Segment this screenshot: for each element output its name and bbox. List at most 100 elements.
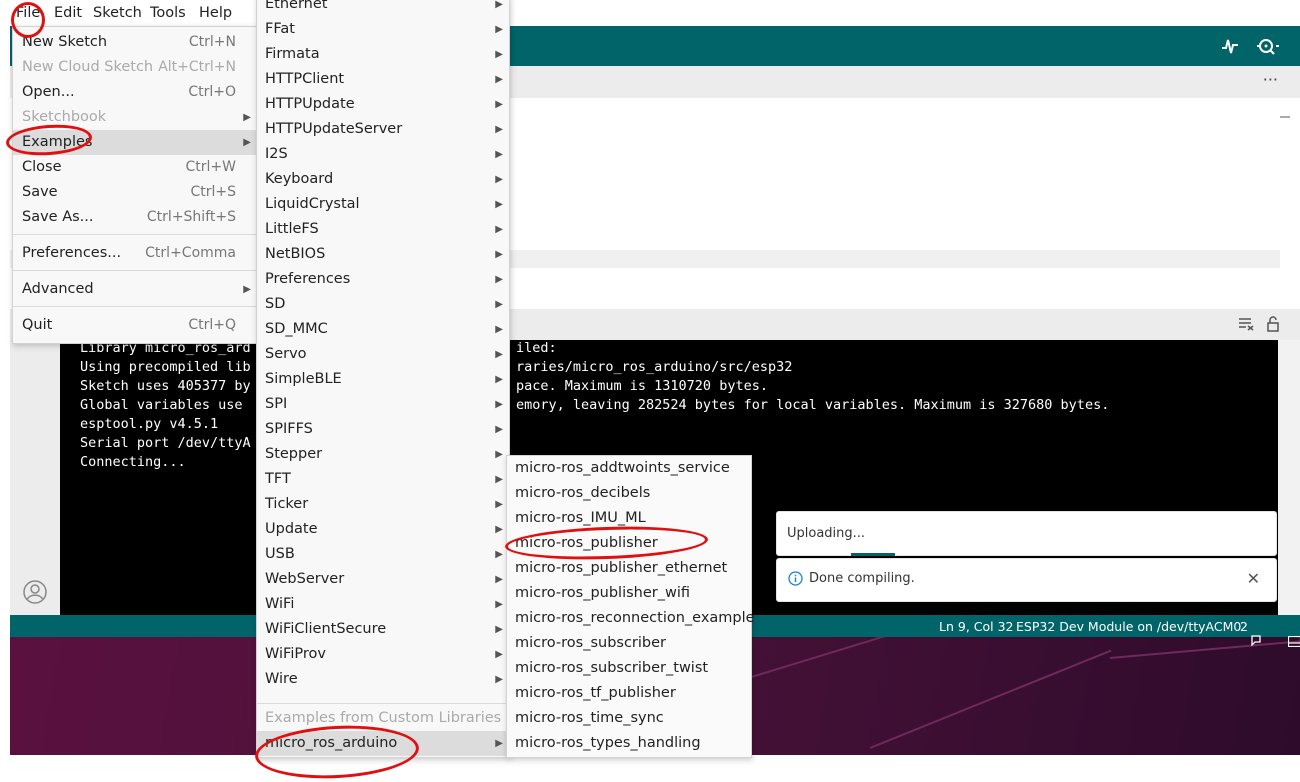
menu-item-example-firmata[interactable]: Firmata ▶ xyxy=(257,42,509,67)
menu-item-micro-ros-subscriber[interactable]: micro-ros_subscriber xyxy=(507,631,751,656)
account-icon[interactable] xyxy=(23,580,47,608)
menu-item-example-preferences[interactable]: Preferences ▶ xyxy=(257,267,509,292)
submenu-arrow-icon: ▶ xyxy=(495,0,503,10)
clear-output-icon[interactable] xyxy=(1238,317,1254,335)
menu-item-example-tft[interactable]: TFT ▶ xyxy=(257,467,509,492)
menu-item-micro-ros-publisher-ethernet[interactable]: micro-ros_publisher_ethernet xyxy=(507,556,751,581)
menu-tools[interactable]: Tools xyxy=(150,5,186,21)
submenu-arrow-icon: ▶ xyxy=(495,549,503,560)
submenu-arrow-icon: ▶ xyxy=(495,424,503,435)
menu-item-example-update[interactable]: Update ▶ xyxy=(257,517,509,542)
menu-item-label: NetBIOS xyxy=(265,246,326,262)
menu-item-micro-ros-time-sync[interactable]: micro-ros_time_sync xyxy=(507,706,751,731)
menu-item-example-ffat[interactable]: FFat ▶ xyxy=(257,17,509,42)
console-line-tail: raries/micro_ros_arduino/src/esp32 xyxy=(516,359,793,375)
menu-item-new-cloud-sketch[interactable]: New Cloud Sketch Alt+Ctrl+N xyxy=(13,55,257,80)
editor-scrollbar[interactable] xyxy=(1280,116,1290,118)
menu-item-label: I2S xyxy=(265,146,288,162)
menu-item-quit[interactable]: Quit Ctrl+Q xyxy=(13,313,257,338)
menu-item-label: Ethernet xyxy=(265,0,328,12)
menu-item-example-keyboard[interactable]: Keyboard ▶ xyxy=(257,167,509,192)
menu-separator xyxy=(13,306,257,307)
menu-item-label: SPIFFS xyxy=(265,421,313,437)
submenu-arrow-icon: ▶ xyxy=(495,738,503,749)
menu-item-label: micro-ros_subscriber xyxy=(515,635,667,651)
submenu-arrow-icon: ▶ xyxy=(495,149,503,160)
menu-item-micro-ros-subscriber-twist[interactable]: micro-ros_subscriber_twist xyxy=(507,656,751,681)
lock-scroll-icon[interactable] xyxy=(1266,316,1280,336)
menu-item-example-sd[interactable]: SD ▶ xyxy=(257,292,509,317)
menu-item-example-webserver[interactable]: WebServer ▶ xyxy=(257,567,509,592)
uploading-text: Uploading... xyxy=(787,526,866,541)
menu-item-save-as[interactable]: Save As... Ctrl+Shift+S xyxy=(13,205,257,230)
menu-item-label: SD xyxy=(265,296,286,312)
notification-count[interactable]: 2 xyxy=(1240,619,1248,634)
console-scrollbar[interactable] xyxy=(1278,340,1300,615)
submenu-arrow-icon: ▶ xyxy=(495,299,503,310)
menu-item-micro-ros-publisher-wifi[interactable]: micro-ros_publisher_wifi xyxy=(507,581,751,606)
menu-item-example-servo[interactable]: Servo ▶ xyxy=(257,342,509,367)
menu-sketch[interactable]: Sketch xyxy=(93,5,142,21)
menu-item-new-sketch[interactable]: New Sketch Ctrl+N xyxy=(13,30,257,55)
menu-item-example-ticker[interactable]: Ticker ▶ xyxy=(257,492,509,517)
menu-item-example-httpupdate[interactable]: HTTPUpdate ▶ xyxy=(257,92,509,117)
submenu-arrow-icon: ▶ xyxy=(495,274,503,285)
menu-item-label: Preferences xyxy=(265,271,351,287)
menu-item-label: SD_MMC xyxy=(265,321,328,337)
menu-item-label: micro-ros_types_handling xyxy=(515,735,701,751)
submenu-arrow-icon: ▶ xyxy=(495,599,503,610)
submenu-arrow-icon: ▶ xyxy=(495,574,503,585)
menu-item-example-httpupdateserver[interactable]: HTTPUpdateServer ▶ xyxy=(257,117,509,142)
menu-item-micro-ros-types-handling[interactable]: micro-ros_types_handling xyxy=(507,731,751,756)
close-notification-icon[interactable]: ✕ xyxy=(1247,569,1260,588)
menu-item-micro-ros-tf-publisher[interactable]: micro-ros_tf_publisher xyxy=(507,681,751,706)
menu-item-label: SimpleBLE xyxy=(265,371,342,387)
submenu-arrow-icon: ▶ xyxy=(243,112,251,123)
menu-item-example-wificlientsecure[interactable]: WiFiClientSecure ▶ xyxy=(257,617,509,642)
menu-separator xyxy=(13,270,257,271)
more-tabs-button[interactable]: ··· xyxy=(1263,70,1278,89)
menu-item-example-spiffs[interactable]: SPIFFS ▶ xyxy=(257,417,509,442)
menu-item-example-liquidcrystal[interactable]: LiquidCrystal ▶ xyxy=(257,192,509,217)
menu-item-example-stepper[interactable]: Stepper ▶ xyxy=(257,442,509,467)
menu-item-example-simpleble[interactable]: SimpleBLE ▶ xyxy=(257,367,509,392)
menu-item-example-wifi[interactable]: WiFi ▶ xyxy=(257,592,509,617)
toggle-panel-icon[interactable] xyxy=(1264,620,1300,665)
menu-item-label: Update xyxy=(265,521,318,537)
menu-item-example-ethernet[interactable]: Ethernet ▶ xyxy=(257,0,509,17)
menu-item-example-i2s[interactable]: I2S ▶ xyxy=(257,142,509,167)
serial-plotter-icon[interactable] xyxy=(1220,36,1240,56)
cursor-position[interactable]: Ln 9, Col 32 xyxy=(939,619,1014,634)
menu-item-save[interactable]: Save Ctrl+S xyxy=(13,180,257,205)
menu-item-micro-ros-addtwoints-service[interactable]: micro-ros_addtwoints_service xyxy=(507,456,751,481)
menu-item-example-wifiprov[interactable]: WiFiProv ▶ xyxy=(257,642,509,667)
menu-item-example-usb[interactable]: USB ▶ xyxy=(257,542,509,567)
menu-item-example-littlefs[interactable]: LittleFS ▶ xyxy=(257,217,509,242)
board-port[interactable]: ESP32 Dev Module on /dev/ttyACM0 xyxy=(1016,619,1241,634)
submenu-arrow-icon: ▶ xyxy=(495,449,503,460)
menu-item-label: HTTPUpdateServer xyxy=(265,121,403,137)
submenu-arrow-icon: ▶ xyxy=(495,624,503,635)
menu-item-label: WiFiProv xyxy=(265,646,326,662)
submenu-arrow-icon: ▶ xyxy=(495,74,503,85)
submenu-arrow-icon: ▶ xyxy=(495,249,503,260)
micro-ros-arduino-submenu: micro-ros_addtwoints_service micro-ros_de… xyxy=(506,455,755,758)
console-line: Connecting... xyxy=(80,454,186,470)
menu-item-example-sd-mmc[interactable]: SD_MMC ▶ xyxy=(257,317,509,342)
menu-item-preferences[interactable]: Preferences... Ctrl+Comma xyxy=(13,241,257,266)
serial-monitor-icon[interactable] xyxy=(1256,36,1279,56)
menu-item-open[interactable]: Open... Ctrl+O xyxy=(13,80,257,105)
menu-item-micro-ros-decibels[interactable]: micro-ros_decibels xyxy=(507,481,751,506)
menu-item-example-netbios[interactable]: NetBIOS ▶ xyxy=(257,242,509,267)
menu-item-example-httpclient[interactable]: HTTPClient ▶ xyxy=(257,67,509,92)
menu-help[interactable]: Help xyxy=(199,5,232,21)
menu-separator xyxy=(257,703,509,704)
menu-item-label: LiquidCrystal xyxy=(265,196,360,212)
menu-item-micro-ros-reconnection-example[interactable]: micro-ros_reconnection_example xyxy=(507,606,755,631)
menu-item-example-wire[interactable]: Wire ▶ xyxy=(257,667,509,692)
menu-edit[interactable]: Edit xyxy=(54,5,82,21)
menu-item-label: micro-ros_time_sync xyxy=(515,710,664,726)
menu-item-advanced[interactable]: Advanced ▶ xyxy=(13,277,257,302)
menu-item-close[interactable]: Close Ctrl+W xyxy=(13,155,257,180)
menu-item-example-spi[interactable]: SPI ▶ xyxy=(257,392,509,417)
